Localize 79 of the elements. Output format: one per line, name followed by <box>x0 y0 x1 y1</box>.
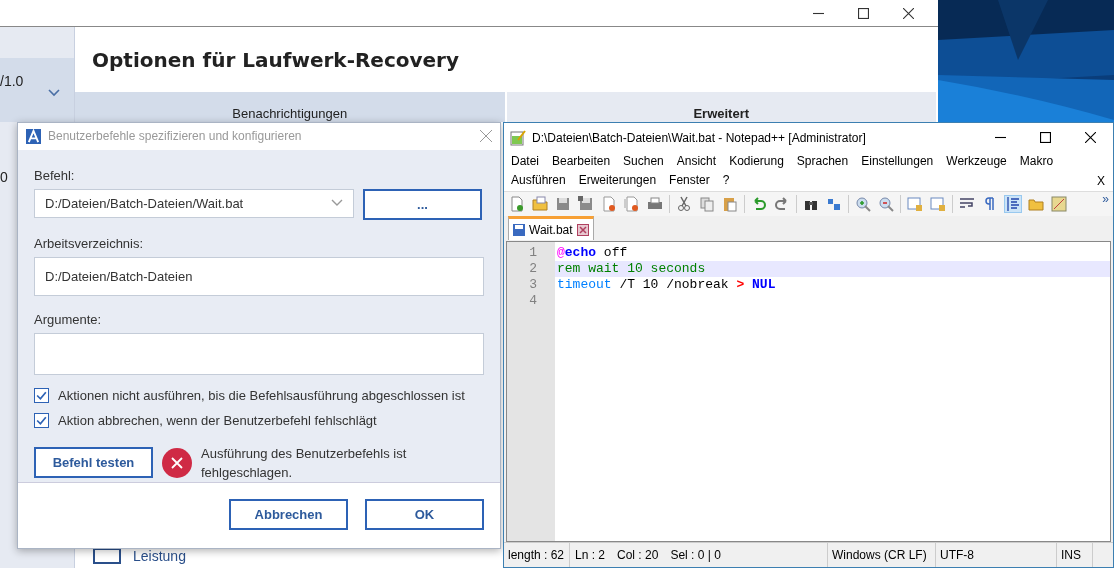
line-number: 3 <box>528 277 538 293</box>
sidebar-item[interactable]: 0 <box>0 169 8 185</box>
line-number: 2 <box>528 261 538 277</box>
menu-item[interactable]: Sprachen <box>796 154 849 169</box>
close-file-icon[interactable] <box>600 195 618 213</box>
code-line: @echo off <box>556 245 629 261</box>
zoom-in-icon[interactable] <box>854 195 872 213</box>
command-dropdown[interactable]: D:/Dateien/Batch-Dateien/Wait.bat <box>34 188 354 218</box>
menu-item[interactable]: Erweiterungen <box>578 173 657 188</box>
dialog-button[interactable]: OK <box>365 498 484 530</box>
menu-item[interactable]: Suchen <box>623 154 664 169</box>
input-field[interactable]: D:/Dateien/Batch-Dateien <box>34 256 484 296</box>
checkbox-label: Aktionen nicht ausführen, bis die Befehlsausführung abgeschlossen ist <box>58 387 465 403</box>
maximize-icon[interactable] <box>858 7 869 19</box>
menu-item[interactable]: Ausführen <box>511 173 566 188</box>
indent-guide-icon[interactable] <box>1004 195 1022 213</box>
menu-item[interactable]: Bearbeiten <box>552 154 611 169</box>
close-all-icon[interactable] <box>623 195 641 213</box>
maximize-icon[interactable] <box>1040 132 1051 143</box>
chevron-down-icon[interactable] <box>48 89 60 97</box>
checkbox-label: Aktion abbrechen, wenn der Benutzerbefehl fehlschlägt <box>58 412 377 428</box>
close-icon[interactable] <box>1085 132 1096 143</box>
status-text: UTF-8 <box>936 543 1057 567</box>
input-field[interactable] <box>34 332 484 375</box>
menu-item[interactable]: Fenster <box>669 173 710 188</box>
field-label: Argumente: <box>34 311 103 327</box>
test-button[interactable]: Befehl testen <box>34 447 153 479</box>
copy-icon[interactable] <box>698 195 716 213</box>
menu-item[interactable]: Einstellungen <box>861 154 934 169</box>
window-lock-icon[interactable] <box>906 195 924 213</box>
zoom-out-icon[interactable] <box>877 195 895 213</box>
browse-button[interactable]: ... <box>363 188 482 220</box>
error-message: Ausführung des Benutzerbefehls ist fehlgeschlagen. <box>201 444 408 482</box>
checkbox[interactable] <box>34 412 49 428</box>
save-icon[interactable] <box>554 195 572 213</box>
save-icon <box>513 223 525 236</box>
app-logo-icon <box>26 128 41 144</box>
save-all-icon[interactable] <box>577 195 595 213</box>
menu-item[interactable]: Makro <box>1019 154 1054 169</box>
menu-item[interactable]: Ansicht <box>676 154 717 169</box>
new-file-icon[interactable] <box>508 195 526 213</box>
map-icon[interactable] <box>1050 195 1068 213</box>
field-label: Befehl: <box>34 167 76 183</box>
status-text: Ln : 2 <box>575 548 606 562</box>
menu-item[interactable]: Kodierung <box>729 154 784 169</box>
menu-item[interactable]: Werkzeuge <box>946 154 1007 169</box>
code-line: timeout /T 10 /nobreak > NUL <box>556 277 777 293</box>
chevron-down-icon <box>331 199 343 208</box>
status-text: Sel : 0 | 0 <box>670 548 721 562</box>
line-number: 1 <box>528 245 538 261</box>
notepad-icon <box>510 129 526 146</box>
page-title: Optionen für Laufwerk-Recovery <box>91 46 460 74</box>
line-number: 4 <box>528 293 538 309</box>
overflow-button[interactable]: » <box>1102 192 1109 206</box>
menu-item[interactable]: Datei <box>511 154 539 169</box>
status-text: INS <box>1057 543 1093 567</box>
dialog-button[interactable]: Abbrechen <box>229 498 348 530</box>
menu-item[interactable]: ? <box>722 173 730 188</box>
tab[interactable]: Benachrichtigungen <box>75 92 507 122</box>
tab[interactable]: Erweitert <box>506 92 938 122</box>
paste-icon[interactable] <box>721 195 739 213</box>
status-text: length : 62 <box>504 543 570 567</box>
close-document-button[interactable]: X <box>1097 174 1105 188</box>
current-line-highlight: rem wait 10 seconds <box>555 261 1110 277</box>
status-text: Windows (CR LF) <box>828 543 936 567</box>
close-icon[interactable] <box>903 7 914 19</box>
section-label: Leistung <box>133 548 186 564</box>
file-tab[interactable]: Wait.bat <box>508 216 594 240</box>
status-text: Col : 20 <box>617 548 659 562</box>
cut-icon[interactable] <box>675 195 693 213</box>
sidebar-item[interactable]: /1.0 <box>0 58 74 122</box>
checkbox[interactable] <box>34 387 49 403</box>
dialog-title: Benutzerbefehle spezifizieren und konfigurieren <box>48 129 303 144</box>
open-folder-icon[interactable] <box>531 195 549 213</box>
error-icon <box>162 447 192 478</box>
window-lock-icon[interactable] <box>929 195 947 213</box>
field-label: Arbeitsverzeichnis: <box>34 235 145 251</box>
window-title: D:\Dateien\Batch-Dateien\Wait.bat - Notepad++ [Administrator] <box>532 130 867 145</box>
tab-label: Wait.bat <box>529 222 573 237</box>
